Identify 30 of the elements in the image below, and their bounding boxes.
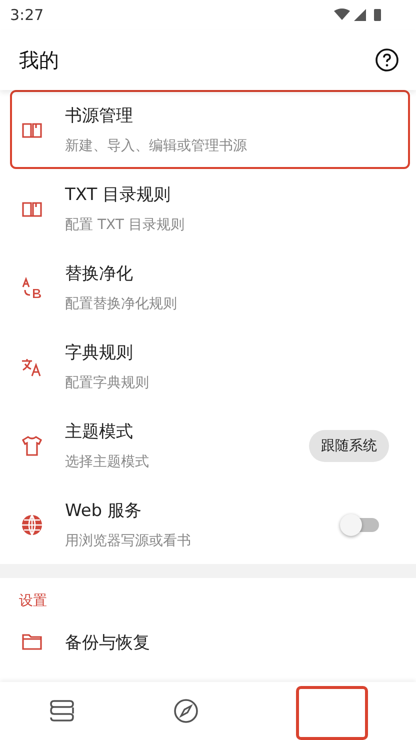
item-subtitle: 配置 TXT 目录规则 bbox=[65, 216, 186, 234]
item-subtitle: 选择主题模式 bbox=[65, 453, 150, 471]
list-item[interactable]: 书源管理 新建、导入、编辑或管理书源 bbox=[10, 90, 410, 169]
item-title: 书源管理 bbox=[65, 105, 134, 127]
help-icon[interactable] bbox=[375, 48, 399, 72]
item-subtitle: 新建、导入、编辑或管理书源 bbox=[65, 137, 248, 155]
list-item[interactable]: Web 服务 用浏览器写源或看书 bbox=[10, 485, 410, 564]
globe-icon bbox=[21, 514, 43, 536]
item-subtitle: 配置替换净化规则 bbox=[65, 295, 178, 313]
list-item[interactable]: 主题模式 选择主题模式 跟随系统 bbox=[10, 406, 410, 485]
list-item[interactable]: TXT 目录规则 配置 TXT 目录规则 bbox=[10, 169, 410, 248]
section-heading: 设置 bbox=[18, 592, 48, 608]
item-title: 字典规则 bbox=[65, 342, 134, 364]
item-title: Web 服务 bbox=[65, 500, 142, 522]
theme-mode-chip[interactable]: 跟随系统 bbox=[309, 430, 389, 462]
letters-icon bbox=[21, 276, 43, 298]
list-item[interactable]: 字典规则 配置字典规则 bbox=[10, 327, 410, 406]
list-item[interactable]: 备份与恢复 bbox=[10, 608, 410, 676]
status-time: 3:27 bbox=[10, 6, 44, 24]
item-subtitle: 用浏览器写源或看书 bbox=[65, 532, 192, 550]
item-subtitle: 配置字典规则 bbox=[65, 374, 150, 392]
compass-icon[interactable] bbox=[172, 697, 200, 725]
item-title: 备份与恢复 bbox=[65, 632, 151, 654]
item-title: 主题模式 bbox=[65, 421, 134, 443]
folder-icon bbox=[21, 631, 43, 653]
list-item[interactable]: 替换净化 配置替换净化规则 bbox=[10, 248, 410, 327]
shirt-icon bbox=[21, 434, 43, 456]
item-title: TXT 目录规则 bbox=[65, 184, 172, 206]
page-title: 我的 bbox=[19, 46, 59, 74]
item-title: 替换净化 bbox=[65, 263, 134, 285]
